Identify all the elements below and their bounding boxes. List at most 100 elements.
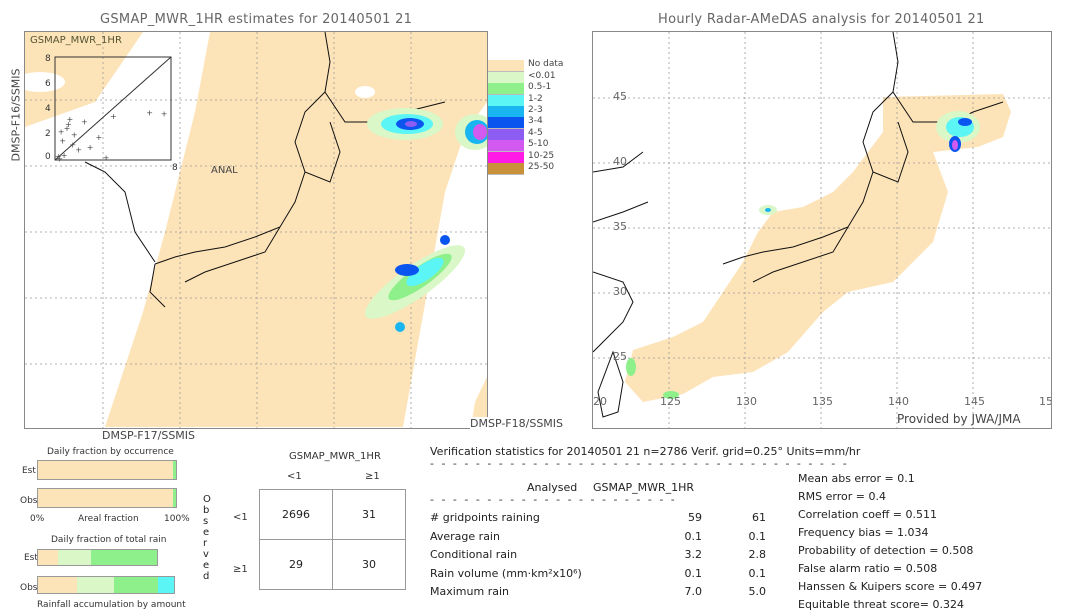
lon-tick-135: 135 [812,395,833,408]
inset-ytick-0: 0 [45,152,51,162]
total-rain-est-bar [37,549,175,566]
occurrence-obs-label: Obs [20,496,38,506]
inset-xtick-8: 8 [172,163,178,173]
stats-row-model: 61 [752,511,766,524]
lat-tick-20: 20 [593,395,607,408]
stats-row-label: Rain volume (mm·km²x10⁶) [430,566,582,580]
rain-fraction-outline [37,549,159,566]
scatter-point: + [161,110,168,119]
lat-tick-40: 40 [613,155,627,168]
contingency-side-label: Observed [203,494,211,582]
stats-row-label: Conditional rain [430,548,518,561]
legend-item: 0.5-1 [488,82,598,96]
legend-swatch [488,163,524,175]
scatter-point: + [69,141,76,150]
total-rain-footer: Rainfall accumulation by amount [37,600,186,610]
legend-item: 10-25 [488,150,598,164]
contingency-row-lt1: <1 [233,512,248,523]
left-sat-label: DMSP-F16/SSMIS [9,68,23,162]
contingency-col-lt1: <1 [287,471,302,482]
score-item: Mean abs error = 0.1 [798,472,915,485]
right-map: 45 40 35 30 25 20 125 130 135 140 145 15… [592,31,1052,429]
total-rain-title: Daily fraction of total rain [51,535,167,545]
legend-item: 25-50 [488,162,598,175]
legend-label: 25-50 [528,162,555,172]
scatter-point: + [59,137,66,146]
occurrence-title: Daily fraction by occurrence [47,447,174,457]
lon-tick-145: 145 [964,395,985,408]
legend-swatch [488,71,524,84]
legend-item: 2-3 [488,105,598,118]
occurrence-axis-right: 100% [164,514,190,524]
inset-ytick-4: 4 [45,104,51,114]
legend-label: 0.5-1 [528,82,552,93]
contingency-header: GSMAP_MWR_1HR [289,451,381,462]
score-item: Probability of detection = 0.508 [798,544,974,557]
legend-swatch [488,49,524,61]
legend-swatch [488,60,524,73]
lon-tick-150: 15 [1039,395,1052,408]
lat-tick-35: 35 [613,220,627,233]
score-item: Hanssen & Kuipers score = 0.497 [798,580,983,593]
legend-label: No data [528,59,564,70]
stats-col-divider: - - - - - - - - - - - - - - - - - - - - … [430,493,675,506]
occurrence-axis-mid: Areal fraction [78,514,139,524]
legend-label: 5-10 [528,139,549,150]
contingency-col-ge1: ≥1 [365,471,380,482]
legend-swatch [488,128,524,141]
lon-tick-125: 125 [660,395,681,408]
swath-f17 [105,32,487,427]
stats-row-analysed: 59 [688,511,702,524]
stats-row-analysed: 3.2 [684,548,703,561]
inset-xlabel: ANAL [211,165,238,176]
legend-swatch [488,117,524,130]
legend-swatch [488,94,524,107]
legend-item: 4-5 [488,127,598,141]
cell-obs-ge1-est-ge1: 30 [332,539,406,590]
stats-row-label: Maximum rain [430,585,509,598]
scatter-point: + [75,146,82,155]
occurrence-obs-rain [173,489,176,507]
score-item: Equitable threat score= 0.324 [798,598,964,611]
inset-ytick-2: 2 [45,129,51,139]
scatter-point: + [61,151,68,160]
scatter-point: + [87,143,94,152]
right-map-canvas [593,32,1051,428]
legend-label: 10-25 [528,150,555,161]
lat-tick-45: 45 [613,90,627,103]
legend-swatch [488,140,524,153]
cell-obs-lt1-est-lt1: 2696 [259,489,333,540]
total-rain-obs-bar [37,576,175,594]
scatter-point: + [58,128,65,137]
stats-row-model: 0.1 [748,529,767,543]
scatter-point: + [65,120,72,129]
legend-item: 5-10 [488,139,598,153]
cell-obs-lt1-est-ge1: 31 [332,489,406,540]
scatter-point: + [81,117,88,126]
legend-item: 3-4 [488,116,598,130]
occurrence-est-bar [37,460,177,480]
inset-ytick-6: 6 [45,79,51,89]
occurrence-obs-norain [38,489,174,507]
inset-label: GSMAP_MWR_1HR [30,35,122,46]
legend-item: 1-2 [488,94,598,107]
stats-row-analysed: 7.0 [684,585,703,598]
scatter-point: + [146,108,153,117]
legend-label: 4-5 [528,127,543,138]
rain-fraction-outline [37,576,175,594]
stats-row-analysed: 0.1 [684,529,703,543]
total-rain-est-label: Est [24,553,38,563]
color-legend: No data <0.01 0.5-1 1-2 2-3 3-4 4-5 5-10 10-25 25… [488,49,563,175]
scatter-point: + [71,130,78,139]
right-sat-label: DMSP-F18/SSMIS [470,417,564,430]
occurrence-est-rain [173,461,176,479]
occurrence-obs-bar [37,488,177,508]
occurrence-est-norain [38,461,174,479]
contingency-row-ge1: ≥1 [233,564,248,575]
lon-tick-130: 130 [736,395,757,408]
left-map-title: GSMAP_MWR_1HR estimates for 20140501 21 [100,12,413,27]
legend-swatch [488,106,524,118]
left-map-canvas: +++++++++++ + ++++++ [25,32,487,428]
left-map: + + + + + + + + + + + + + + + + + + GSMAP_MWR_1HR ANAL 8 … [24,31,488,429]
stats-row-model: 0.1 [748,566,767,580]
